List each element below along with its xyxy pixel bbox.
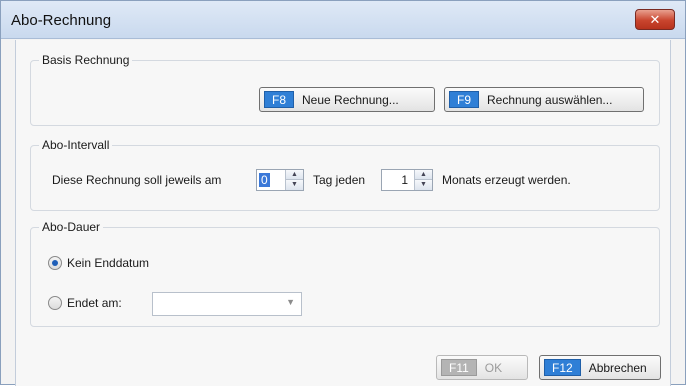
dialog-title: Abo-Rechnung <box>11 12 112 29</box>
interval-suffix-text: Monats erzeugt werden. <box>442 173 571 187</box>
day-decrement-button[interactable]: ▼ <box>286 180 303 190</box>
day-stepper-arrows: ▲ ▼ <box>285 170 303 190</box>
group-basis-rechnung: Basis Rechnung F8 Neue Rechnung... F9 Re… <box>30 53 660 126</box>
month-increment-button[interactable]: ▲ <box>415 170 432 180</box>
title-bar: Abo-Rechnung ✕ <box>1 1 685 39</box>
ends-on-label[interactable]: Endet am: <box>67 296 122 310</box>
group-title-dauer: Abo-Dauer <box>39 220 104 234</box>
day-value: 0 <box>259 173 270 187</box>
end-date-picker[interactable]: ▼ <box>152 292 302 316</box>
interval-prefix-text: Diese Rechnung soll jeweils am <box>52 173 222 187</box>
spin-down-icon: ▼ <box>420 181 427 188</box>
close-icon: ✕ <box>649 12 661 27</box>
cancel-button[interactable]: F12 Abbrechen <box>539 355 661 380</box>
f11-key-badge: F11 <box>441 359 477 376</box>
close-button[interactable]: ✕ <box>635 9 675 30</box>
day-stepper[interactable]: 0 ▲ ▼ <box>256 169 304 191</box>
select-invoice-button[interactable]: F9 Rechnung auswählen... <box>444 87 644 112</box>
chevron-down-icon[interactable]: ▼ <box>286 297 295 307</box>
new-invoice-label: Neue Rechnung... <box>302 92 399 107</box>
group-abo-dauer: Abo-Dauer Kein Enddatum Endet am: ▼ <box>30 220 660 327</box>
f8-key-badge: F8 <box>264 91 295 108</box>
interval-middle-text: Tag jeden <box>313 173 366 187</box>
group-title-intervall: Abo-Intervall <box>39 138 113 152</box>
no-end-date-label[interactable]: Kein Enddatum <box>67 256 149 270</box>
group-abo-intervall: Abo-Intervall Diese Rechnung soll jeweil… <box>30 138 660 211</box>
cancel-label: Abbrechen <box>588 360 647 375</box>
month-stepper[interactable]: 1 ▲ ▼ <box>381 169 433 191</box>
no-end-date-radio[interactable] <box>48 256 62 270</box>
dialog-window: Abo-Rechnung ✕ Basis Rechnung F8 Neue Re… <box>0 0 686 386</box>
new-invoice-button[interactable]: F8 Neue Rechnung... <box>259 87 435 112</box>
dialog-body: Basis Rechnung F8 Neue Rechnung... F9 Re… <box>15 40 671 386</box>
spin-down-icon: ▼ <box>291 181 298 188</box>
spin-up-icon: ▲ <box>420 171 427 178</box>
spin-up-icon: ▲ <box>291 171 298 178</box>
day-increment-button[interactable]: ▲ <box>286 170 303 180</box>
month-value: 1 <box>401 173 408 187</box>
ends-on-radio[interactable] <box>48 296 62 310</box>
ok-button[interactable]: F11 OK <box>436 355 528 380</box>
month-decrement-button[interactable]: ▼ <box>415 180 432 190</box>
ok-label: OK <box>484 360 503 375</box>
select-invoice-label: Rechnung auswählen... <box>487 92 613 107</box>
group-title-basis: Basis Rechnung <box>39 53 133 67</box>
radio-selected-dot <box>52 260 58 266</box>
f12-key-badge: F12 <box>544 359 581 376</box>
month-stepper-arrows: ▲ ▼ <box>414 170 432 190</box>
f9-key-badge: F9 <box>449 91 480 108</box>
